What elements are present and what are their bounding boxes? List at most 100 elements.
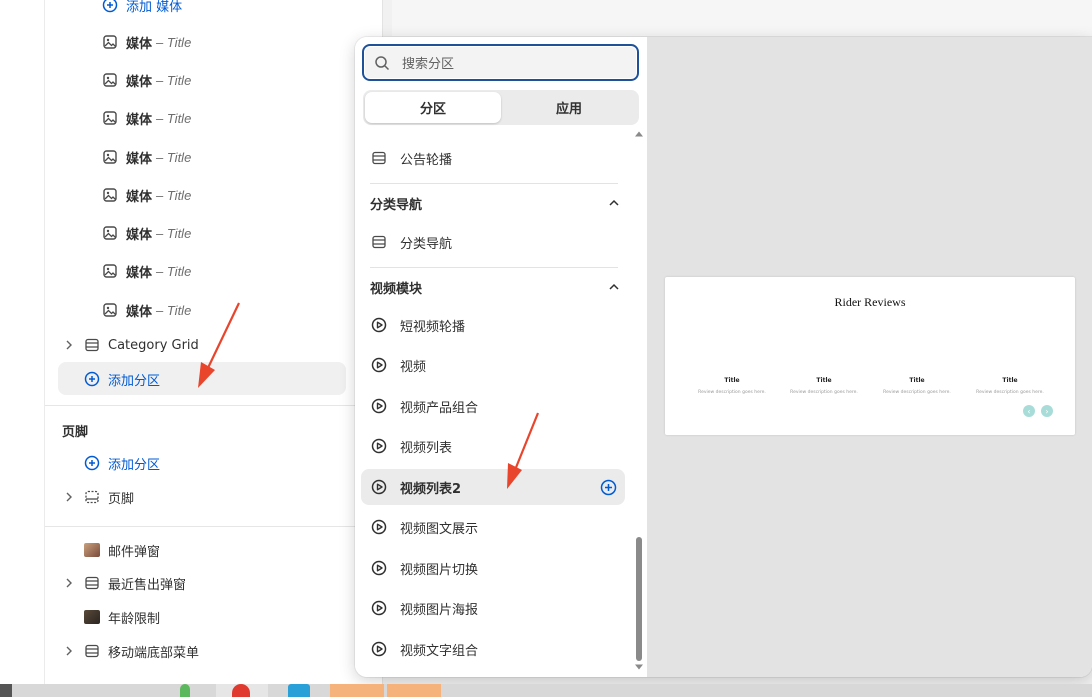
sidebar-item-recent-sales-popup[interactable]: 最近售出弹窗 [84, 568, 186, 598]
section-item-label: 视频列表2 [400, 481, 462, 497]
section-item-category-nav[interactable]: 分类导航 [361, 224, 625, 260]
theme-editor-sidebar: 添加 媒体 媒体 – Title 媒体 – Title 媒体 – Title 媒… [0, 0, 383, 684]
sidebar-item-media[interactable]: 媒体 – Title [102, 142, 191, 172]
section-item-video-text-combo[interactable]: 视频文字组合 [361, 631, 625, 667]
sidebar-item-media[interactable]: 媒体 – Title [102, 27, 191, 57]
age-verification-label: 年龄限制 [108, 611, 161, 627]
review-item: Title Review description goes here. [789, 377, 859, 395]
sidebar-item-mobile-bottom-menu[interactable]: 移动端底部菜单 [84, 636, 199, 666]
picker-tabs: 分区 应用 [363, 90, 639, 125]
play-circle-icon [371, 479, 387, 495]
add-section-link[interactable]: 添加分区 [84, 364, 160, 394]
sidebar-item-category-grid[interactable]: Category Grid [84, 330, 199, 360]
image-icon [102, 149, 118, 165]
review-title: Title [1002, 377, 1018, 384]
divider [45, 405, 383, 406]
image-icon [102, 302, 118, 318]
footer-add-section-link[interactable]: 添加分区 [84, 448, 160, 478]
section-item-video[interactable]: 视频 [361, 347, 625, 383]
scroll-up-arrow-icon[interactable] [634, 130, 644, 138]
image-icon [102, 225, 118, 241]
screen: 添加 媒体 媒体 – Title 媒体 – Title 媒体 – Title 媒… [0, 0, 1092, 697]
section-item-short-video-carousel[interactable]: 短视频轮播 [361, 307, 625, 343]
sidebar-item-email-popup[interactable]: 邮件弹窗 [84, 535, 160, 565]
group-header-video-modules[interactable]: 视频模块 [370, 272, 620, 302]
section-item-label: 视频图文展示 [400, 521, 479, 537]
chevron-right-icon[interactable] [64, 340, 74, 350]
preview-card: Rider Reviews Title Review description g… [665, 277, 1075, 435]
media-label: 媒体 [126, 265, 153, 281]
list-scrollbar[interactable] [634, 127, 644, 677]
plus-circle-icon [84, 455, 100, 471]
plus-circle-icon [84, 371, 100, 387]
group-divider [370, 267, 618, 268]
play-circle-icon [371, 438, 387, 454]
media-sub: – Title [156, 302, 192, 318]
sidebar-item-media[interactable]: 媒体 – Title [102, 295, 191, 325]
sidebar-item-age-verification[interactable]: 年龄限制 [84, 602, 160, 632]
plus-circle-icon [102, 0, 118, 13]
taskbar-icon[interactable] [387, 684, 441, 697]
sidebar-item-media[interactable]: 媒体 – Title [102, 180, 191, 210]
sidebar-item-media[interactable]: 媒体 – Title [102, 103, 191, 133]
section-item-label: 短视频轮播 [400, 319, 466, 335]
email-popup-label: 邮件弹窗 [108, 544, 161, 560]
section-item-label: 视频 [400, 359, 427, 375]
footer-label: 页脚 [108, 491, 135, 507]
section-item-video-image-poster[interactable]: 视频图片海报 [361, 590, 625, 626]
image-icon [102, 263, 118, 279]
section-list: 公告轮播 分类导航 分类导航 视频模块 短视频轮播 视频 视频产品组合 视频列表… [355, 133, 647, 677]
section-icon [84, 575, 100, 591]
media-label: 媒体 [126, 304, 153, 320]
section-item-video-list[interactable]: 视频列表 [361, 428, 625, 464]
chevron-right-icon[interactable] [64, 578, 74, 588]
media-label: 媒体 [126, 189, 153, 205]
taskbar-icon[interactable] [288, 684, 310, 697]
section-search-input[interactable]: 搜索分区 [362, 44, 639, 81]
taskbar-icon[interactable] [232, 684, 250, 697]
sidebar-item-footer[interactable]: 页脚 [84, 482, 134, 512]
review-desc: Review description goes here. [976, 390, 1044, 395]
chevron-right-icon[interactable] [64, 646, 74, 656]
mobile-bottom-menu-label: 移动端底部菜单 [108, 645, 200, 661]
chevron-right-icon[interactable] [64, 492, 74, 502]
media-label: 媒体 [126, 36, 153, 52]
play-circle-icon [371, 519, 387, 535]
section-item-label: 视频产品组合 [400, 400, 479, 416]
play-circle-icon [371, 357, 387, 373]
sidebar-item-media[interactable]: 媒体 – Title [102, 218, 191, 248]
section-item-announcement-carousel[interactable]: 公告轮播 [361, 140, 625, 176]
taskbar-icon[interactable] [180, 684, 190, 697]
add-media-link[interactable]: 添加 媒体 [102, 0, 182, 20]
play-circle-icon [371, 317, 387, 333]
taskbar-icon[interactable] [330, 684, 384, 697]
sidebar-item-media[interactable]: 媒体 – Title [102, 256, 191, 286]
review-title: Title [724, 377, 740, 384]
section-preview-pane: Rider Reviews Title Review description g… [647, 37, 1092, 677]
taskbar-icon[interactable] [0, 684, 12, 697]
scroll-down-arrow-icon[interactable] [634, 663, 644, 671]
media-sub: – Title [156, 72, 192, 88]
sidebar-gutter [44, 0, 45, 684]
section-item-video-list-2[interactable]: 视频列表2 [361, 469, 625, 505]
tab-apps[interactable]: 应用 [501, 92, 637, 123]
add-section-plus-icon[interactable] [600, 479, 617, 496]
section-picker-popover: 搜索分区 分区 应用 公告轮播 分类导航 分类导航 视频模块 短视频轮播 视频 … [355, 37, 1092, 677]
section-item-video-product-combo[interactable]: 视频产品组合 [361, 388, 625, 424]
preview-next-icon: › [1041, 405, 1053, 417]
sidebar-item-media[interactable]: 媒体 – Title [102, 65, 191, 95]
review-desc: Review description goes here. [790, 390, 858, 395]
annotation-arrow [198, 302, 240, 388]
section-item-label: 公告轮播 [400, 152, 453, 168]
scroll-thumb[interactable] [636, 537, 642, 661]
preview-title: Rider Reviews [834, 295, 906, 309]
section-item-video-text-image[interactable]: 视频图文展示 [361, 509, 625, 545]
footer-section-icon [84, 489, 100, 505]
play-circle-icon [371, 641, 387, 657]
tab-sections[interactable]: 分区 [365, 92, 501, 123]
search-icon [375, 55, 390, 70]
footer-heading: 页脚 [62, 425, 89, 440]
review-item: Title Review description goes here. [882, 377, 952, 395]
section-item-video-image-switch[interactable]: 视频图片切换 [361, 550, 625, 586]
group-header-category-nav[interactable]: 分类导航 [370, 188, 620, 218]
